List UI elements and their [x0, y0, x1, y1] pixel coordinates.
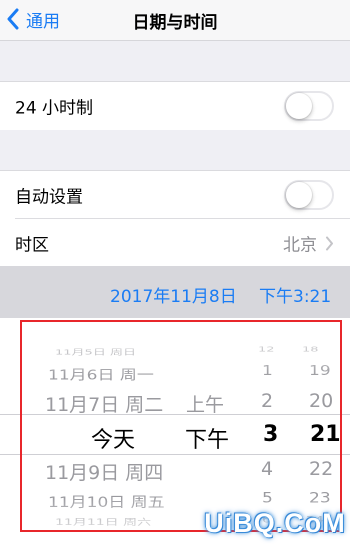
- timezone-value: 北京: [283, 235, 317, 256]
- picker-hour-item[interactable]: 4: [261, 458, 273, 480]
- datetime-group: 自动设置 时区 北京: [0, 170, 350, 267]
- picker-date-item[interactable]: 11月9日 周四: [45, 458, 163, 485]
- timezone-row[interactable]: 时区 北京: [0, 219, 350, 267]
- hour24-toggle[interactable]: [284, 91, 334, 121]
- auto-set-label: 自动设置: [15, 187, 83, 207]
- section-gap: [0, 41, 350, 81]
- timezone-label: 时区: [15, 235, 49, 256]
- section-gap: [0, 130, 350, 170]
- picker-minute-item[interactable]: 20: [309, 390, 333, 412]
- picker-ampm-item[interactable]: 上午: [186, 390, 224, 417]
- selection-line-bottom: [0, 454, 350, 455]
- timezone-detail: 北京: [283, 231, 334, 256]
- hour24-label: 24 小时制: [15, 98, 94, 119]
- picker-date-item[interactable]: 11月11日 周六: [55, 516, 151, 528]
- picker-date-item[interactable]: 11月7日 周二: [45, 390, 163, 417]
- auto-set-toggle[interactable]: [284, 179, 334, 210]
- picker-date-item[interactable]: 11月10日 周五: [48, 490, 165, 511]
- selected-datetime-bar[interactable]: 2017年11月8日 下午3:21: [0, 266, 350, 318]
- picker-hour-item[interactable]: 12: [258, 345, 275, 353]
- picker-hour-item[interactable]: 2: [261, 390, 273, 412]
- picker-ampm-selected[interactable]: 下午: [185, 422, 229, 454]
- navigation-bar: 通用 日期与时间: [0, 0, 350, 41]
- watermark-logo: UiBQ.CoM: [204, 508, 346, 538]
- picker-minute-item[interactable]: 22: [309, 458, 333, 480]
- toggle-knob: [286, 93, 312, 119]
- picker-minute-item[interactable]: 19: [309, 363, 331, 379]
- hour24-row: 24 小时制: [0, 81, 350, 131]
- auto-set-row: 自动设置: [0, 171, 350, 218]
- selected-time: 下午3:21: [259, 287, 332, 307]
- picker-date-item[interactable]: 11月6日 周一: [48, 364, 154, 384]
- toggle-knob: [286, 181, 312, 208]
- selected-date: 2017年11月8日: [110, 287, 237, 307]
- chevron-right-icon: [326, 236, 333, 250]
- page-title: 日期与时间: [132, 13, 218, 33]
- picker-minute-item[interactable]: 18: [302, 345, 319, 353]
- picker-hour-item[interactable]: 1: [262, 363, 273, 379]
- picker-hour-selected[interactable]: 3: [263, 422, 278, 447]
- picker-date-item[interactable]: 11月5日 周日: [55, 346, 136, 356]
- picker-minute-selected[interactable]: 21: [310, 422, 341, 447]
- picker-date-selected[interactable]: 今天: [91, 422, 135, 454]
